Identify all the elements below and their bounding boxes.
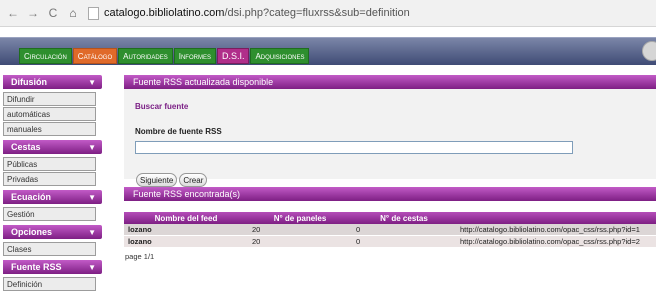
menu-autoridades[interactable]: Autoridades <box>118 48 173 64</box>
search-form: Buscar fuente Nombre de fuente RSS Sigui… <box>124 89 656 187</box>
top-menu: Circulación Catálogo Autoridades Informe… <box>0 37 656 65</box>
menu-circulacion[interactable]: Circulación <box>19 48 72 64</box>
col-url <box>456 212 656 224</box>
sidebar-section-title: Ecuación <box>11 192 52 202</box>
url-path: /dsi.php?categ=fluxrss&sub=definition <box>224 7 410 19</box>
menu-dsi[interactable]: D.S.I. <box>216 48 250 64</box>
url-cell[interactable]: http://catalogo.bibliolatino.com/opac_cs… <box>456 224 656 236</box>
menu-catalogo[interactable]: Catálogo <box>72 48 118 64</box>
chevron-down-icon: ▼ <box>88 227 96 237</box>
sidebar-section-difusion[interactable]: Difusión ▼ <box>3 75 102 89</box>
sidebar-item-privadas[interactable]: Privadas <box>3 172 96 186</box>
chevron-down-icon: ▼ <box>88 262 96 272</box>
url-cell[interactable]: http://catalogo.bibliolatino.com/opac_cs… <box>456 235 656 248</box>
sidebar: Difusión ▼ Difundir automáticas manuales… <box>3 75 102 292</box>
browser-toolbar: ← → C ⌂ catalogo.bibliolatino.com/dsi.ph… <box>0 0 656 27</box>
feed-name-cell: lozano <box>124 224 248 236</box>
menu-adquisiciones[interactable]: Adquisiciones <box>250 48 310 64</box>
next-button[interactable]: Siguiente <box>136 173 178 187</box>
chevron-down-icon: ▼ <box>88 192 96 202</box>
address-bar[interactable]: catalogo.bibliolatino.com/dsi.php?categ=… <box>104 7 410 19</box>
results-table: Nombre del feed N° de paneles N° de cest… <box>124 212 656 248</box>
col-panels: N° de paneles <box>248 212 352 224</box>
baskets-cell: 0 <box>352 235 456 248</box>
rss-name-label: Nombre de fuente RSS <box>135 127 222 136</box>
results-title: Fuente RSS encontrada(s) <box>124 187 656 201</box>
sidebar-item-manuales[interactable]: manuales <box>3 122 96 136</box>
sidebar-item-definicion[interactable]: Definición <box>3 277 96 291</box>
chevron-down-icon: ▼ <box>88 142 96 152</box>
table-row[interactable]: lozano 20 0 http://catalogo.bibliolatino… <box>124 224 656 236</box>
sidebar-item-difundir[interactable]: Difundir <box>3 92 96 106</box>
sidebar-section-fuente-rss[interactable]: Fuente RSS ▼ <box>3 260 102 274</box>
table-header-row: Nombre del feed N° de paneles N° de cest… <box>124 212 656 224</box>
sidebar-section-title: Fuente RSS <box>11 262 62 272</box>
sidebar-section-opciones[interactable]: Opciones ▼ <box>3 225 102 239</box>
back-arrow-icon[interactable]: ← <box>6 6 20 20</box>
sidebar-item-gestion[interactable]: Gestión <box>3 207 96 221</box>
sidebar-section-title: Opciones <box>11 227 53 237</box>
avatar[interactable] <box>642 41 656 61</box>
forward-arrow-icon[interactable]: → <box>26 6 40 20</box>
home-icon[interactable]: ⌂ <box>66 6 80 20</box>
chevron-down-icon: ▼ <box>88 77 96 87</box>
url-host: catalogo.bibliolatino.com <box>104 7 225 19</box>
baskets-cell: 0 <box>352 224 456 236</box>
sidebar-item-clases[interactable]: Clases <box>3 242 96 256</box>
find-title: Buscar fuente <box>135 102 189 111</box>
sidebar-item-publicas[interactable]: Públicas <box>3 157 96 171</box>
reload-icon[interactable]: C <box>46 6 60 20</box>
page-info: page 1/1 <box>125 252 155 261</box>
panels-cell: 20 <box>248 235 352 248</box>
sidebar-section-ecuacion[interactable]: Ecuación ▼ <box>3 190 102 204</box>
sidebar-section-title: Cestas <box>11 142 41 152</box>
create-button[interactable]: Crear <box>179 173 208 187</box>
rss-name-input[interactable] <box>135 141 573 154</box>
col-feed-name: Nombre del feed <box>124 212 248 224</box>
feed-name-cell: lozano <box>124 235 248 248</box>
sidebar-item-automaticas[interactable]: automáticas <box>3 107 96 121</box>
panel-title: Fuente RSS actualizada disponible <box>124 75 656 89</box>
sidebar-section-cestas[interactable]: Cestas ▼ <box>3 140 102 154</box>
table-row[interactable]: lozano 20 0 http://catalogo.bibliolatino… <box>124 235 656 248</box>
page-icon <box>88 6 99 20</box>
main-content: Fuente RSS actualizada disponible Buscar… <box>124 75 656 261</box>
col-baskets: N° de cestas <box>352 212 456 224</box>
sidebar-section-title: Difusión <box>11 77 47 87</box>
menu-informes[interactable]: Informes <box>173 48 216 64</box>
panels-cell: 20 <box>248 224 352 236</box>
